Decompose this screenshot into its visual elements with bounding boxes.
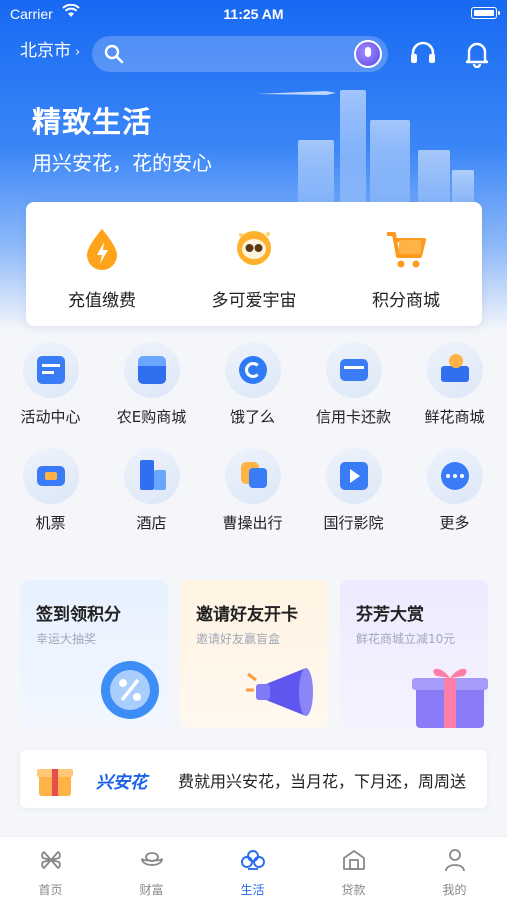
promo-subtitle: 邀请好友赢盲盒 [196,632,281,646]
wealth-icon [140,852,163,866]
service-label: 活动中心 [20,408,81,426]
profile-icon [444,849,465,872]
service-flight-tickets[interactable]: 机票 [0,448,101,533]
service-more[interactable]: 更多 [404,448,505,533]
promo-subtitle: 鲜花商城立减10元 [356,632,456,646]
promo-fragrant-awards[interactable]: 芬芳大赏 鲜花商城立减10元 [340,580,488,728]
calendar-icon [22,342,79,398]
voice-search-icon[interactable] [354,40,382,68]
tab-home[interactable]: 首页 [0,847,101,898]
bottom-tab-bar: 首页 财富 生活 贷款 我的 [0,836,507,900]
megaphone-icon [246,668,313,716]
service-hotel[interactable]: 酒店 [101,448,202,533]
city-label: 北京市 [20,41,71,61]
building-illustration [298,140,334,210]
xinganhua-promo-banner[interactable]: 兴安花 费就用兴安花，当月花，下月还，周周送 [20,750,487,808]
service-label: 酒店 [136,514,167,532]
water-drop-bolt-icon [87,229,117,270]
cinema-icon [325,448,382,504]
service-eleme[interactable]: 饿了么 [202,342,303,427]
tab-loan[interactable]: 贷款 [303,847,404,898]
home-icon [40,851,61,869]
service-caocao-ride[interactable]: 曹操出行 [202,448,303,533]
tab-wealth[interactable]: 财富 [101,847,202,898]
airplane-icon [256,91,336,95]
promo-invite-friends[interactable]: 邀请好友开卡 邀请好友赢盲盒 [180,580,328,728]
service-flower-mall[interactable]: 鲜花商城 [404,342,505,427]
tab-label: 生活 [240,883,265,897]
store-icon [123,342,180,398]
tab-label: 财富 [139,883,164,897]
tab-label: 我的 [442,883,467,897]
promo-subtitle: 幸运大抽奖 [36,632,97,646]
more-icon [426,448,483,504]
battery-icon [471,7,500,19]
service-e-mall[interactable]: 农E购商城 [101,342,202,427]
building-illustration [370,120,410,210]
gift-box-icon [37,769,73,796]
ride-icon [224,448,281,504]
promo-title: 签到领积分 [36,605,121,625]
service-cinema[interactable]: 国行影院 [303,448,404,533]
gift-box-icon [412,668,488,728]
astronaut-icon [237,231,271,265]
service-label: 国行影院 [323,514,384,532]
chevron-right-icon: › [75,45,81,60]
customer-service-icon[interactable] [409,40,437,68]
loan-icon [342,850,365,870]
building-illustration [418,150,450,210]
quick-action-points-mall[interactable]: 积分商城 [330,226,482,311]
tab-label: 贷款 [341,883,366,897]
quick-action-recharge[interactable]: 充值缴费 [26,226,178,311]
quick-action-label: 积分商城 [372,291,440,311]
quick-action-label: 多可爱宇宙 [211,291,297,311]
banner-text: 费就用兴安花，当月花，下月还，周周送 [178,772,467,791]
service-label: 饿了么 [229,408,275,426]
top-bar: 北京市 › [0,30,507,74]
shopping-cart-icon [387,232,426,268]
tab-label: 首页 [38,883,63,897]
flower-cart-icon [426,342,483,398]
plane-ticket-icon [22,448,79,504]
quick-actions-card: 充值缴费 多可爱宇宙 积分商城 [26,202,482,326]
tab-profile[interactable]: 我的 [404,847,505,898]
hero-subtitle: 用兴安花，花的安心 [32,151,212,175]
city-selector[interactable]: 北京市 › [20,36,80,61]
service-activity-center[interactable]: 活动中心 [0,342,101,427]
search-input[interactable] [92,36,388,72]
building-illustration [340,90,366,210]
promo-title: 邀请好友开卡 [196,605,298,625]
percent-badge-icon [101,661,159,719]
life-icon [240,850,265,870]
eleme-icon [224,342,281,398]
service-credit-card-repay[interactable]: 信用卡还款 [303,342,404,427]
hero-title: 精致生活 [32,105,153,139]
status-bar: Carrier 11:25 AM [0,0,507,28]
clock: 11:25 AM [223,6,284,22]
service-label: 信用卡还款 [315,408,391,426]
quick-action-universe[interactable]: 多可爱宇宙 [178,226,330,311]
service-label: 农E购商城 [116,408,187,426]
search-icon [104,44,124,64]
service-label: 曹操出行 [222,514,283,532]
credit-card-repay-icon [325,342,382,398]
bell-icon[interactable] [464,40,490,68]
service-label: 机票 [35,514,66,532]
promo-title: 芬芳大赏 [356,605,424,625]
promo-sign-in-points[interactable]: 签到领积分 幸运大抽奖 [20,580,168,728]
quick-action-label: 充值缴费 [68,291,136,311]
tab-life[interactable]: 生活 [202,847,303,898]
hotel-icon [123,448,180,504]
service-label: 鲜花商城 [424,408,485,426]
service-label: 更多 [439,514,470,532]
brand-name: 兴安花 [96,773,147,793]
